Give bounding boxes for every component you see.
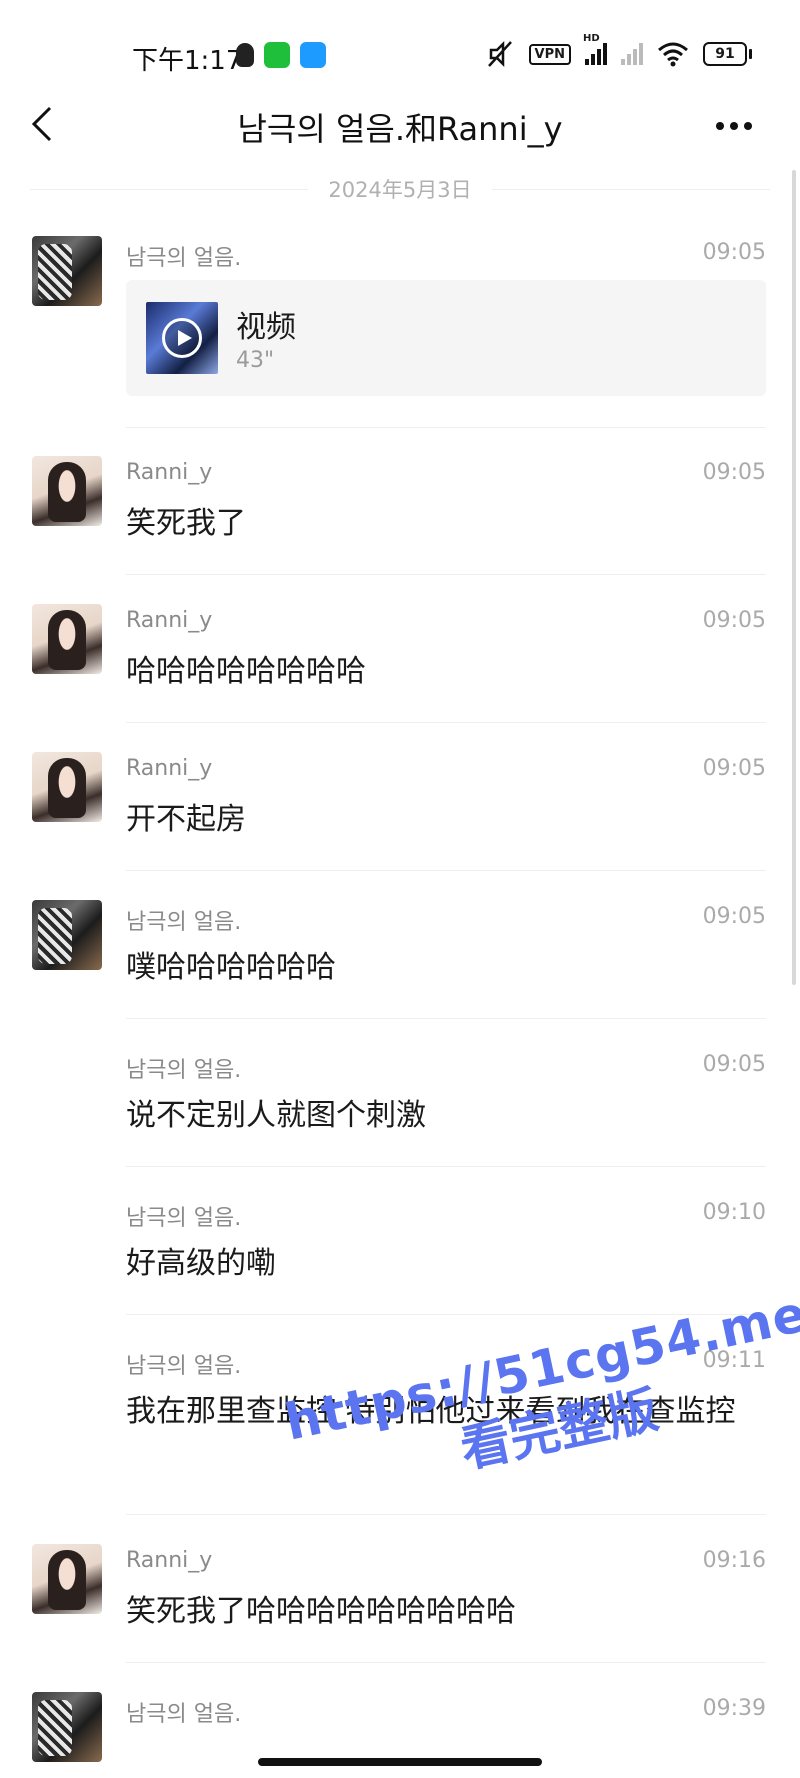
avatar[interactable] [32, 752, 102, 822]
signal-icon-2 [621, 43, 643, 65]
message-text[interactable]: 哈哈哈哈哈哈哈哈 [126, 646, 766, 698]
message-time: 09:05 [702, 904, 766, 929]
video-message[interactable]: 视频 43" [126, 280, 766, 396]
sender-name: 남극의 얼음. [126, 1058, 242, 1083]
more-dot-icon [730, 122, 738, 130]
message-text[interactable]: 说不定别人就图个刺激 [126, 1090, 766, 1142]
signal-icon-1: HD [583, 33, 607, 65]
message-text[interactable]: 笑死我了 [126, 498, 766, 550]
chat-title: 남극의 얼음.和Ranni_y [237, 110, 563, 148]
sender-name: Ranni_y [126, 460, 213, 485]
message-time: 09:05 [702, 608, 766, 633]
hd-label: HD [583, 33, 600, 44]
sender-name: 남극의 얼음. [126, 1206, 242, 1231]
nav-bar: 남극의 얼음.和Ranni_y [0, 90, 800, 160]
divider [126, 1514, 766, 1515]
avatar[interactable] [32, 1544, 102, 1614]
divider [126, 870, 766, 871]
qq-icon [236, 43, 254, 67]
avatar[interactable] [32, 604, 102, 674]
wifi-icon [658, 42, 688, 67]
message-text[interactable]: 好高级的嘞 [126, 1238, 766, 1290]
home-indicator[interactable] [258, 1758, 542, 1766]
message-text[interactable]: 笑死我了哈哈哈哈哈哈哈哈哈 [126, 1586, 766, 1638]
divider [126, 722, 766, 723]
message-time: 09:39 [702, 1696, 766, 1721]
message-text[interactable]: 噗哈哈哈哈哈哈 [126, 942, 766, 994]
message-text[interactable]: 开不起房 [126, 794, 766, 846]
divider [126, 1166, 766, 1167]
sender-name: Ranni_y [126, 756, 213, 781]
play-icon [162, 318, 202, 358]
sender-name: 남극의 얼음. [126, 1354, 242, 1379]
battery-icon: 91 [703, 42, 752, 66]
divider [126, 1662, 766, 1663]
message-time: 09:05 [702, 1052, 766, 1077]
more-options-button[interactable] [716, 116, 760, 136]
message-time: 09:10 [702, 1200, 766, 1225]
message-time: 09:11 [702, 1348, 766, 1373]
vpn-badge: VPN [528, 43, 571, 65]
sender-name: 남극의 얼음. [126, 246, 242, 271]
sender-name: 남극의 얼음. [126, 910, 242, 935]
sender-name: Ranni_y [126, 608, 213, 633]
notification-icons [236, 42, 326, 68]
sender-name: 남극의 얼음. [126, 1702, 242, 1727]
avatar[interactable] [32, 236, 102, 306]
scrollbar[interactable] [792, 170, 796, 985]
message-time: 09:05 [702, 460, 766, 485]
divider [126, 1314, 766, 1315]
system-icons: VPN HD 91 [485, 33, 752, 68]
date-divider: 2024年5月3日 [30, 174, 771, 204]
avatar[interactable] [32, 456, 102, 526]
video-thumbnail [146, 302, 218, 374]
divider [126, 427, 766, 428]
mute-icon [487, 40, 512, 68]
more-dot-icon [716, 122, 724, 130]
status-time: 下午1:17 [132, 46, 243, 76]
sender-name: Ranni_y [126, 1548, 213, 1573]
video-duration: 43" [236, 348, 275, 373]
message-app-icon [300, 42, 326, 68]
message-time: 09:16 [702, 1548, 766, 1573]
message-text[interactable]: 我在那里查监控 特别怕他过来看到我在查监控 [126, 1386, 766, 1438]
message-time: 09:05 [702, 240, 766, 265]
wechat-icon [264, 42, 290, 68]
date-label: 2024年5月3日 [328, 178, 472, 202]
battery-level: 91 [703, 42, 747, 66]
avatar[interactable] [32, 900, 102, 970]
more-dot-icon [744, 122, 752, 130]
divider [126, 1018, 766, 1019]
message-time: 09:05 [702, 756, 766, 781]
avatar[interactable] [32, 1692, 102, 1762]
divider [126, 574, 766, 575]
video-title: 视频 [236, 310, 296, 345]
